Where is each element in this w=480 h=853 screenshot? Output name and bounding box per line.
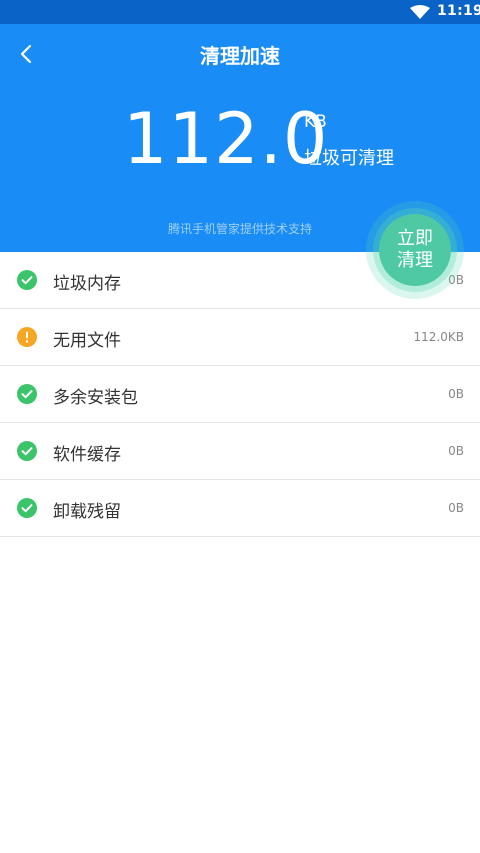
list-item-label: 卸载残留 <box>53 502 121 522</box>
clean-button-line2: 清理 <box>397 250 433 271</box>
list-item-useless-files[interactable]: 无用文件 112.0KB <box>0 309 480 366</box>
list-item-size: 0B <box>448 501 464 515</box>
clean-now-button[interactable]: 立即 清理 <box>379 214 451 286</box>
check-circle-icon <box>17 441 37 461</box>
list-item-size: 0B <box>448 444 464 458</box>
status-bar: 11:19 <box>0 0 480 24</box>
warning-circle-icon <box>17 327 37 347</box>
list-item-size: 112.0KB <box>413 330 464 344</box>
list-item-redundant-packages[interactable]: 多余安装包 0B <box>0 366 480 423</box>
check-circle-icon <box>17 498 37 518</box>
list-item-label: 软件缓存 <box>53 445 121 465</box>
check-circle-icon <box>17 270 37 290</box>
clean-button-line1: 立即 <box>397 228 433 249</box>
list-item-label: 无用文件 <box>53 331 121 351</box>
page-title: 清理加速 <box>200 44 280 68</box>
list-item-size: 0B <box>448 387 464 401</box>
junk-size-value: 112.0 <box>123 98 329 180</box>
junk-size-unit: KB <box>304 112 327 132</box>
list-item-label: 多余安装包 <box>53 388 138 408</box>
junk-size-label: 垃圾可清理 <box>304 148 394 169</box>
status-time: 11:19 <box>437 3 480 19</box>
list-item-uninstall-residue[interactable]: 卸载残留 0B <box>0 480 480 537</box>
wifi-icon <box>410 5 430 19</box>
list-item-label: 垃圾内存 <box>53 274 121 294</box>
check-circle-icon <box>17 384 37 404</box>
list-item-app-cache[interactable]: 软件缓存 0B <box>0 423 480 480</box>
